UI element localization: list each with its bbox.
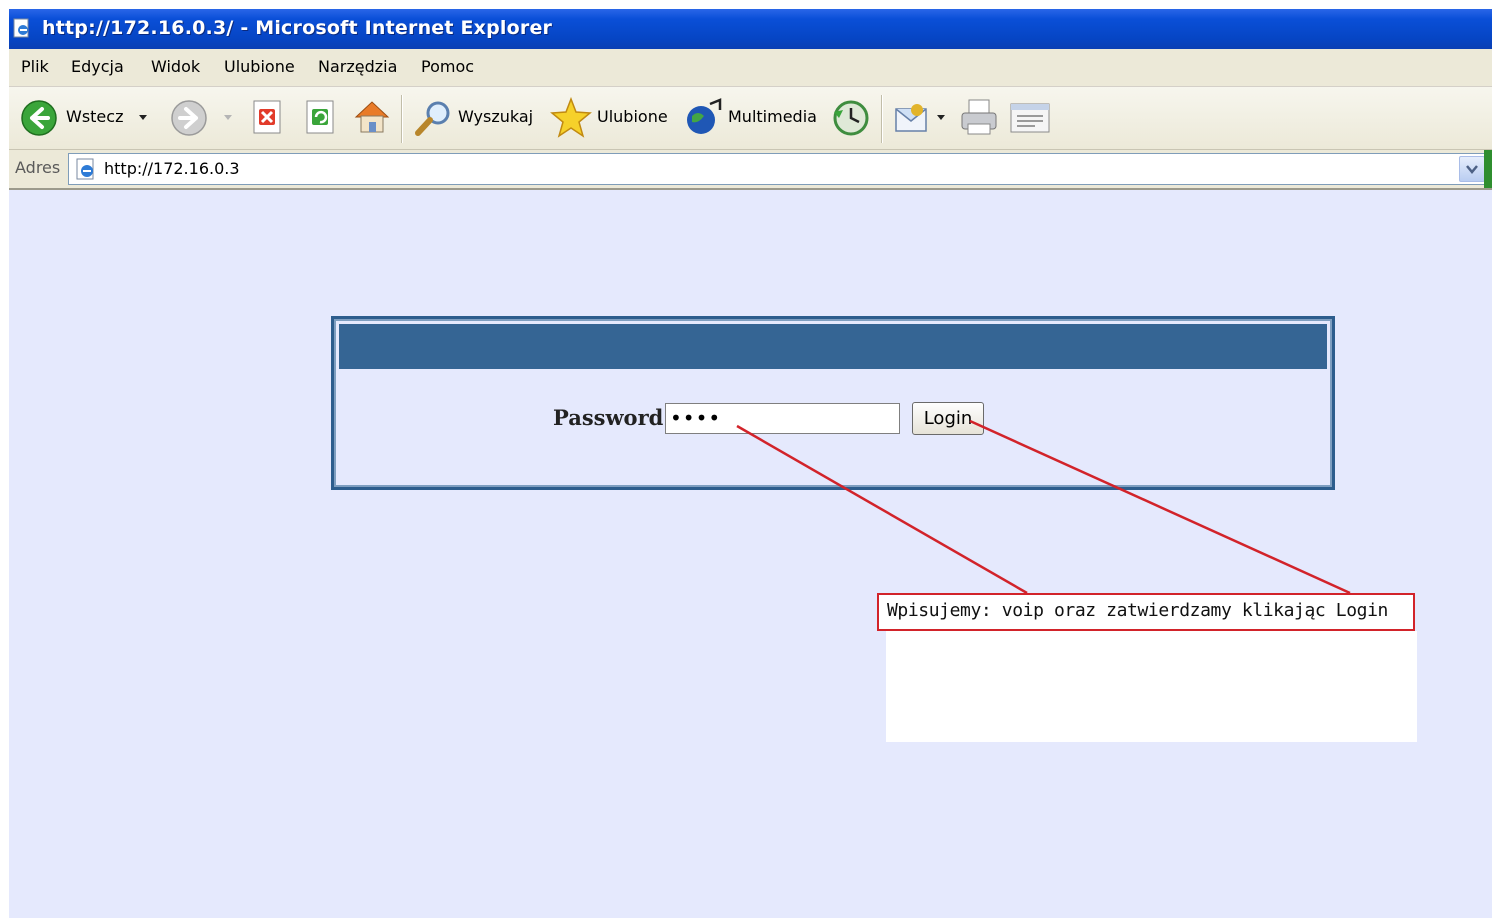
browser-window: http://172.16.0.3/ - Microsoft Internet …	[9, 9, 1492, 918]
forward-arrow-icon[interactable]	[170, 99, 208, 137]
login-panel: Password •••• Login	[331, 316, 1335, 490]
annotation-background	[886, 631, 1417, 742]
stop-icon[interactable]	[250, 99, 284, 135]
search-icon[interactable]	[412, 99, 454, 139]
menu-ulubione[interactable]: Ulubione	[224, 57, 295, 76]
print-icon[interactable]	[958, 98, 1000, 138]
mail-dropdown-icon[interactable]	[935, 114, 947, 122]
menu-pomoc[interactable]: Pomoc	[421, 57, 474, 76]
toolbar-separator	[401, 95, 403, 143]
menu-narzedzia[interactable]: Narzędzia	[318, 57, 397, 76]
menu-plik[interactable]: Plik	[21, 57, 49, 76]
history-icon[interactable]	[830, 98, 872, 138]
menu-edycja[interactable]: Edycja	[71, 57, 124, 76]
toolbar: Wstecz Wyszukaj Ulubione Multimedia	[9, 87, 1492, 150]
favorites-star-icon[interactable]	[550, 97, 592, 139]
refresh-icon[interactable]	[303, 99, 337, 135]
go-button-edge[interactable]	[1484, 150, 1492, 188]
ie-page-icon	[13, 18, 29, 38]
window-title: http://172.16.0.3/ - Microsoft Internet …	[42, 17, 553, 39]
forward-dropdown-icon[interactable]	[222, 114, 234, 122]
chevron-down-icon	[1466, 165, 1478, 174]
media-label[interactable]: Multimedia	[728, 107, 817, 126]
address-bar: Adres http://172.16.0.3	[9, 150, 1492, 190]
annotation-text: Wpisujemy: voip oraz zatwierdzamy klikaj…	[887, 600, 1388, 621]
back-dropdown-icon[interactable]	[137, 114, 149, 122]
media-globe-icon[interactable]	[684, 98, 724, 138]
annotation-callout: Wpisujemy: voip oraz zatwierdzamy klikaj…	[877, 593, 1415, 631]
title-bar[interactable]: http://172.16.0.3/ - Microsoft Internet …	[9, 9, 1492, 49]
login-button[interactable]: Login	[912, 402, 984, 435]
address-dropdown-button[interactable]	[1459, 156, 1485, 182]
mail-icon[interactable]	[893, 101, 933, 135]
menu-widok[interactable]: Widok	[151, 57, 200, 76]
password-field[interactable]: ••••	[665, 403, 900, 434]
toolbar-separator	[881, 95, 883, 143]
favorites-label[interactable]: Ulubione	[597, 107, 668, 126]
menu-bar: Plik Edycja Widok Ulubione Narzędzia Pom…	[9, 49, 1492, 87]
search-label[interactable]: Wyszukaj	[458, 107, 533, 126]
address-label: Adres	[15, 158, 61, 177]
page-content: Password •••• Login Wpisujemy: voip oraz…	[9, 190, 1492, 918]
password-label: Password	[553, 405, 664, 430]
address-url: http://172.16.0.3	[104, 159, 240, 178]
back-label[interactable]: Wstecz	[66, 107, 123, 126]
edit-page-icon[interactable]	[1009, 100, 1051, 136]
login-panel-header	[339, 324, 1327, 369]
back-arrow-icon[interactable]	[20, 99, 58, 137]
home-icon[interactable]	[352, 97, 392, 137]
address-input[interactable]: http://172.16.0.3	[68, 153, 1488, 185]
ie-page-icon	[76, 158, 94, 180]
